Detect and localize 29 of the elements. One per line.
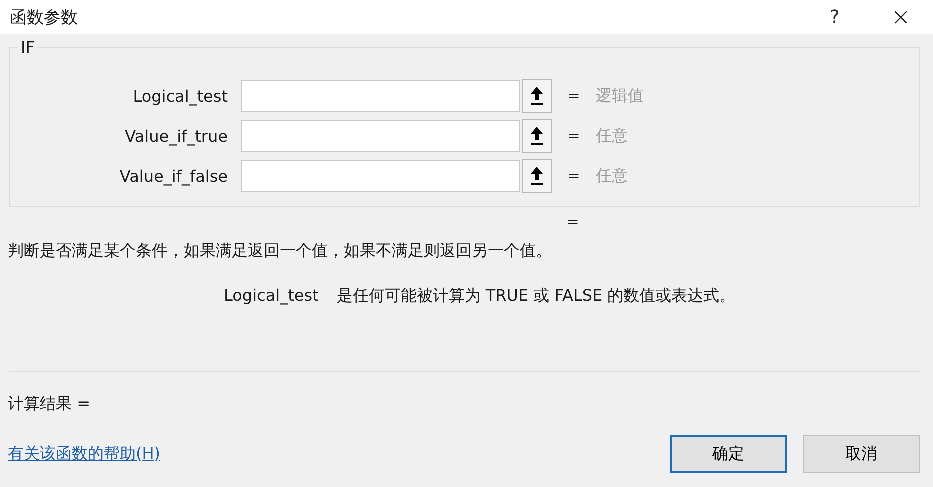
help-button[interactable]: ? (813, 0, 857, 34)
argument-name: Logical_test (224, 286, 319, 307)
dialog-button[interactable]: 确定 (670, 435, 787, 473)
argument-label: Value_if_false (118, 166, 229, 186)
argument-field[interactable] (241, 160, 520, 192)
function-description: 判断是否满足某个条件，如果满足返回一个值，如果不满足则返回另一个值。 (8, 241, 553, 262)
equals-sign: = (566, 87, 582, 105)
argument-field[interactable] (241, 120, 520, 152)
argument-field[interactable] (241, 80, 520, 112)
upload-arrow-icon (530, 86, 544, 106)
dialog-button[interactable]: 取消 (803, 435, 920, 473)
equals-sign: = (566, 213, 580, 231)
upload-arrow-icon (530, 126, 544, 146)
range-picker-button[interactable] (522, 159, 552, 193)
window-title: 函数参数 (10, 6, 79, 28)
equals-sign: = (566, 167, 582, 185)
argument-result: 任意 (596, 126, 628, 146)
argument-label: Logical_test (132, 86, 229, 106)
argument-result: 任意 (596, 166, 628, 186)
argument-description: 是任何可能被计算为 TRUE 或 FALSE 的数值或表达式。 (336, 286, 736, 307)
close-button[interactable]: × (879, 0, 923, 34)
help-link[interactable]: 有关该函数的帮助(H) (8, 444, 161, 462)
range-picker-button[interactable] (522, 119, 552, 153)
formula-result: 计算结果 = (8, 394, 92, 415)
upload-arrow-icon (530, 166, 544, 186)
equals-sign: = (566, 127, 582, 145)
argument-result: 逻辑值 (596, 86, 644, 106)
argument-label: Value_if_true (124, 126, 229, 146)
range-picker-button[interactable] (522, 79, 552, 113)
